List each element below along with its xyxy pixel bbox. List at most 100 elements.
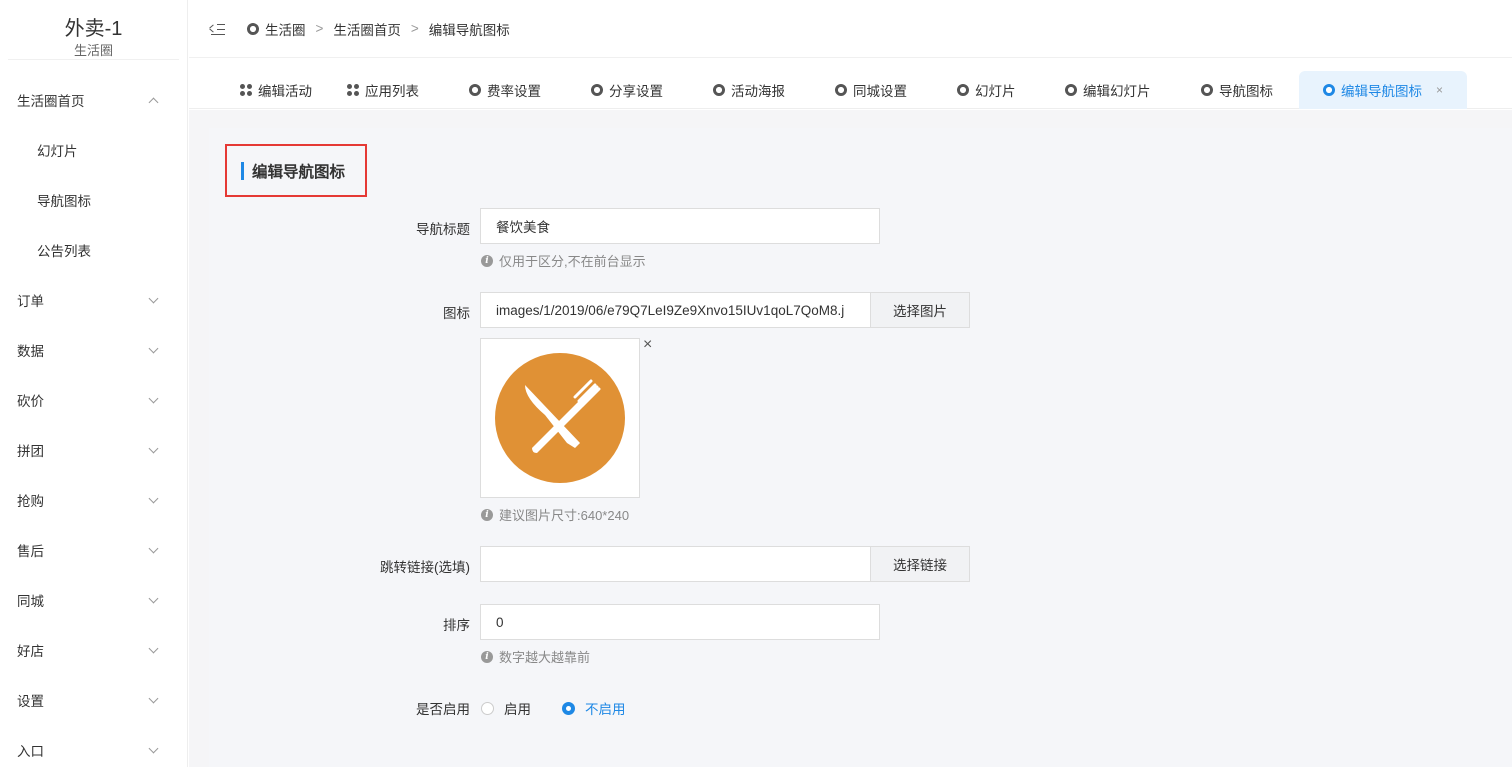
sidebar-item-orders[interactable]: 订单 [0,275,187,325]
breadcrumb-item-current: 编辑导航图标 [428,22,510,38]
sidebar-item-home[interactable]: 生活圈首页 [0,75,187,125]
lifebuoy-icon [835,84,847,96]
food-fork-knife-icon [495,353,625,483]
chevron-down-icon [148,593,159,603]
tab-label: 费率设置 [487,84,541,99]
nav-title-label: 导航标题 [416,222,470,237]
sidebar-item-label: 砍价 [17,394,44,409]
sidebar-menu: 生活圈首页 幻灯片 导航图标 公告列表 订单 数据 砍价 拼团 抢购 售后 同城… [0,75,187,767]
radio-circle [481,701,494,715]
sidebar-item-local[interactable]: 同城 [0,575,187,625]
sidebar-item-after-sales[interactable]: 售后 [0,525,187,575]
brand-title: 外卖-1 [64,18,123,40]
grid-icon [240,84,252,96]
sidebar-item-settings[interactable]: 设置 [0,675,187,725]
lifebuoy-icon [713,84,725,96]
brand: 外卖-1 生活圈 [8,0,179,60]
lifebuoy-icon [1323,84,1335,96]
lifebuoy-icon [469,84,481,96]
icon-hint: i 建议图片尺寸:640*240 [481,505,629,524]
tab-nav-icons[interactable]: 导航图标 [1201,71,1273,109]
tab-label: 编辑活动 [258,84,312,99]
lifebuoy-icon [247,22,259,35]
radio-circle [562,701,575,715]
sidebar-item-label: 设置 [17,694,44,709]
select-link-button[interactable]: 选择链接 [870,546,970,582]
lifebuoy-icon [957,84,969,96]
breadcrumb-item-root[interactable]: 生活圈 [265,19,306,39]
radio-enable[interactable]: 启用 [481,698,531,718]
tab-share-settings[interactable]: 分享设置 [591,71,663,109]
tab-bar: 编辑活动 应用列表 费率设置 分享设置 活动海报 同城设置 幻灯片 编辑幻灯片 … [189,59,1512,109]
collapse-menu-icon[interactable] [209,23,225,35]
lifebuoy-icon [1201,84,1213,96]
sidebar-item-good-shops[interactable]: 好店 [0,625,187,675]
chevron-down-icon [148,743,159,753]
select-image-button[interactable]: 选择图片 [870,292,970,328]
link-input[interactable] [480,546,871,582]
tab-edit-nav-icon[interactable]: 编辑导航图标 × [1299,71,1467,109]
link-label: 跳转链接(选填) [380,560,470,575]
hint-text: 建议图片尺寸:640*240 [499,508,630,523]
sidebar-item-label: 公告列表 [37,244,91,259]
brand-subtitle: 生活圈 [73,43,113,58]
enable-label: 是否启用 [416,702,470,717]
chevron-down-icon [148,693,159,703]
nav-title-input[interactable]: 餐饮美食 [480,208,880,244]
tab-rate-settings[interactable]: 费率设置 [469,71,541,109]
hint-text: 仅用于区分,不在前台显示 [499,254,646,269]
chevron-down-icon [148,643,159,653]
radio-disable[interactable]: 不启用 [562,698,626,718]
tab-label: 应用列表 [365,84,419,99]
info-icon: i [481,650,493,663]
sidebar-item-bargain[interactable]: 砍价 [0,375,187,425]
sidebar: 外卖-1 生活圈 生活圈首页 幻灯片 导航图标 公告列表 订单 数据 砍价 拼团… [0,0,188,767]
sidebar-item-label: 订单 [17,294,44,309]
sidebar-item-label: 数据 [17,344,44,359]
tab-label: 同城设置 [853,84,907,99]
tab-label: 活动海报 [731,84,785,99]
breadcrumb-item-home[interactable]: 生活圈首页 [333,19,401,39]
remove-image-icon[interactable]: × [643,336,652,354]
chevron-down-icon [148,443,159,453]
tab-edit-activity[interactable]: 编辑活动 [240,71,312,109]
sidebar-item-label: 入口 [17,744,44,759]
section-title: 编辑导航图标 [225,144,367,197]
breadcrumb: 生活圈 > 生活圈首页 > 编辑导航图标 [247,19,510,39]
chevron-down-icon [148,343,159,353]
sidebar-item-group-buy[interactable]: 拼团 [0,425,187,475]
tab-label: 分享设置 [609,84,663,99]
icon-label: 图标 [443,306,470,321]
breadcrumb-separator: > [315,21,324,36]
title-accent-bar [241,161,244,180]
chevron-up-icon [148,97,159,107]
sidebar-item-flash-sale[interactable]: 抢购 [0,475,187,525]
tab-activity-poster[interactable]: 活动海报 [713,71,785,109]
lifebuoy-icon [591,84,603,96]
sidebar-item-slides[interactable]: 幻灯片 [0,125,187,175]
topbar: 生活圈 > 生活圈首页 > 编辑导航图标 [189,0,1512,58]
info-icon: i [481,254,493,267]
icon-preview [480,338,640,498]
sidebar-item-nav-icons[interactable]: 导航图标 [0,175,187,225]
sidebar-item-label: 售后 [17,544,44,559]
chevron-down-icon [148,493,159,503]
chevron-down-icon [148,293,159,303]
tab-app-list[interactable]: 应用列表 [347,71,419,109]
sidebar-item-data[interactable]: 数据 [0,325,187,375]
tab-local-settings[interactable]: 同城设置 [835,71,907,109]
sidebar-item-label: 导航图标 [37,194,91,209]
lifebuoy-icon [1065,84,1077,96]
icon-path-input[interactable]: images/1/2019/06/e79Q7LeI9Ze9Xnvo15IUv1q… [480,292,871,328]
tab-edit-slides[interactable]: 编辑幻灯片 [1065,71,1151,109]
sidebar-item-label: 同城 [17,594,44,609]
sidebar-item-entry[interactable]: 入口 [0,725,187,767]
sidebar-item-label: 抢购 [17,494,44,509]
close-icon[interactable]: × [1436,83,1443,97]
sort-hint: i 数字越大越靠前 [481,647,590,666]
tab-label: 编辑幻灯片 [1083,84,1151,99]
sidebar-item-notices[interactable]: 公告列表 [0,225,187,275]
tab-label: 导航图标 [1219,84,1273,99]
sort-input[interactable]: 0 [480,604,880,640]
tab-slides[interactable]: 幻灯片 [957,71,1016,109]
